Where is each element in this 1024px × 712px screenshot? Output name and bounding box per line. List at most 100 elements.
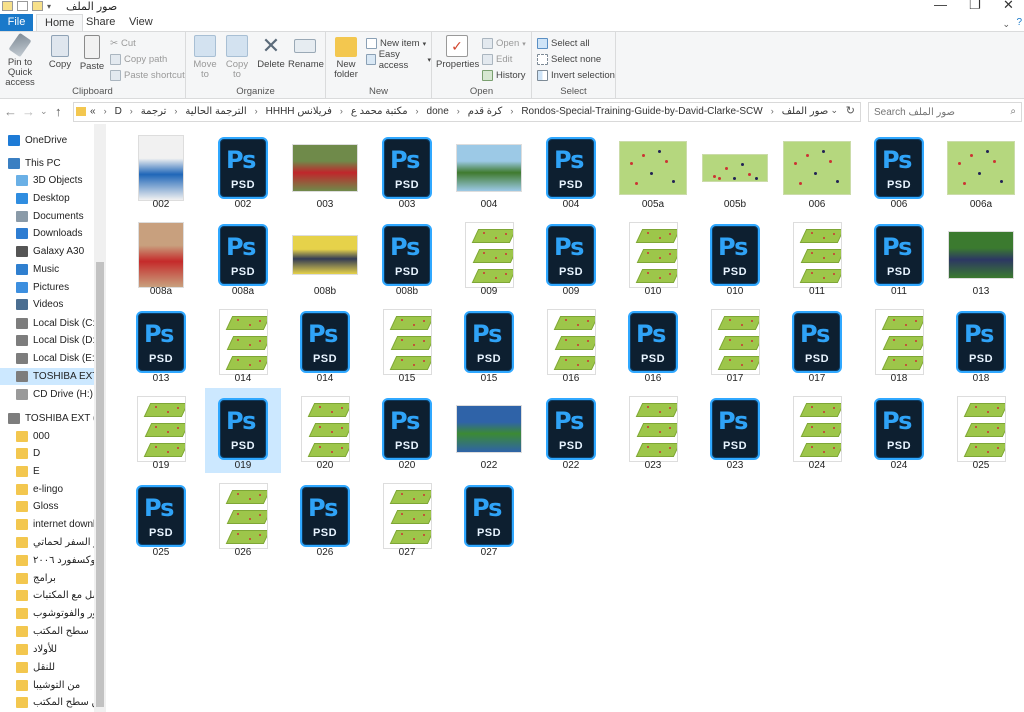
file-item[interactable]: Ps PSD 026 — [287, 475, 363, 560]
nav-item[interactable]: This PC — [0, 155, 96, 172]
file-item[interactable]: 025 — [943, 388, 1019, 473]
copy-button[interactable]: Copy — [46, 35, 74, 70]
file-item[interactable]: 005b — [697, 127, 773, 212]
breadcrumb-item[interactable]: Rondos-Special-Training-Guide-by-David-C… — [521, 106, 762, 117]
properties-quick-icon[interactable] — [17, 1, 28, 11]
file-item[interactable]: Ps PSD 025 — [123, 475, 199, 560]
easy-access-button[interactable]: Easy access ▾ — [366, 49, 431, 71]
help-icon[interactable]: ? — [1016, 17, 1022, 28]
select-all-button[interactable]: Select all — [537, 37, 590, 50]
nav-item[interactable]: جواز السفر لحماتي — [0, 534, 96, 551]
nav-scrollbar-thumb[interactable] — [96, 262, 104, 707]
file-item[interactable]: 005a — [615, 127, 691, 212]
nav-item[interactable]: E — [0, 463, 96, 480]
file-item[interactable]: 014 — [205, 301, 281, 386]
properties-button[interactable]: ✓ Properties — [436, 35, 479, 70]
tab-view[interactable]: View — [121, 14, 161, 31]
nav-item[interactable]: Galaxy A30 — [0, 243, 96, 260]
chevron-right-icon[interactable]: › — [174, 106, 177, 117]
nav-item[interactable]: للأولاد — [0, 641, 96, 658]
file-item[interactable]: 020 — [287, 388, 363, 473]
chevron-right-icon[interactable]: › — [340, 106, 343, 117]
paste-button[interactable]: Paste — [78, 35, 106, 72]
nav-item[interactable]: D — [0, 445, 96, 462]
file-item[interactable]: 022 — [451, 388, 527, 473]
edit-button[interactable]: Edit — [482, 53, 512, 66]
file-item[interactable]: Ps PSD 015 — [451, 301, 527, 386]
rename-button[interactable]: Rename — [288, 35, 324, 70]
chevron-down-icon[interactable]: ▾ — [47, 2, 51, 11]
file-item[interactable]: 018 — [861, 301, 937, 386]
nav-item[interactable]: TOSHIBA EXT (G:) — [0, 368, 96, 385]
file-item[interactable]: Ps PSD 027 — [451, 475, 527, 560]
nav-item[interactable]: Local Disk (C:) — [0, 315, 96, 332]
nav-item[interactable]: من سطح المكتب — [0, 694, 96, 711]
nav-item[interactable]: اوكسفورد ٢٠٠٦ — [0, 552, 96, 569]
nav-item[interactable]: TOSHIBA EXT (G:) — [0, 410, 96, 427]
history-button[interactable]: History — [482, 69, 526, 82]
collapse-ribbon-chevron-icon[interactable]: ⌄ — [1002, 19, 1010, 30]
select-none-button[interactable]: Select none — [537, 53, 601, 66]
new-folder-button[interactable]: New folder — [330, 35, 362, 80]
up-arrow-icon[interactable]: ↑ — [55, 104, 62, 119]
nav-item[interactable]: Desktop — [0, 190, 96, 207]
recent-chevron-icon[interactable]: ⌄ — [40, 106, 48, 117]
refresh-icon[interactable]: ↻ — [846, 104, 855, 117]
nav-item[interactable]: e-lingo — [0, 481, 96, 498]
file-item[interactable]: Ps PSD 013 — [123, 301, 199, 386]
file-item[interactable]: Ps PSD 010 — [697, 214, 773, 299]
file-item[interactable]: Ps PSD 019 — [205, 388, 281, 473]
breadcrumb-item[interactable]: D — [115, 106, 122, 117]
breadcrumb-item[interactable]: ترجمة — [141, 106, 167, 117]
breadcrumb-item[interactable]: « — [90, 106, 96, 117]
address-bar[interactable]: « › D › ترجمة › الترجمة الحالية › HHHH فريلانس › م… — [73, 102, 861, 122]
open-button[interactable]: Open ▾ — [482, 37, 526, 50]
file-item[interactable]: 002 — [123, 127, 199, 212]
file-item[interactable]: Ps PSD 009 — [533, 214, 609, 299]
file-item[interactable]: Ps PSD 008a — [205, 214, 281, 299]
file-item[interactable]: 006 — [779, 127, 855, 212]
file-item[interactable]: Ps PSD 023 — [697, 388, 773, 473]
nav-item[interactable]: 3D Objects — [0, 172, 96, 189]
file-item[interactable]: 015 — [369, 301, 445, 386]
file-item[interactable]: 024 — [779, 388, 855, 473]
file-item[interactable]: 023 — [615, 388, 691, 473]
chevron-right-icon[interactable]: › — [771, 106, 774, 117]
nav-item[interactable]: Local Disk (E:) — [0, 350, 96, 367]
nav-item[interactable]: CD Drive (H:) — [0, 386, 96, 403]
nav-item[interactable]: للنقل — [0, 659, 96, 676]
breadcrumb-item[interactable]: صور الملف — [782, 106, 829, 117]
nav-item[interactable]: Music — [0, 261, 96, 278]
file-item[interactable]: Ps PSD 011 — [861, 214, 937, 299]
file-item[interactable]: Ps PSD 022 — [533, 388, 609, 473]
new-folder-quick-icon[interactable] — [32, 1, 43, 11]
forward-arrow-icon[interactable]: → — [22, 104, 35, 119]
file-item[interactable]: 016 — [533, 301, 609, 386]
nav-item[interactable]: Documents — [0, 208, 96, 225]
chevron-right-icon[interactable]: › — [255, 106, 258, 117]
file-item[interactable]: 026 — [205, 475, 281, 560]
nav-item[interactable]: internet downlo — [0, 516, 96, 533]
nav-item[interactable]: Videos — [0, 296, 96, 313]
file-item[interactable]: Ps PSD 014 — [287, 301, 363, 386]
file-item[interactable]: Ps PSD 002 — [205, 127, 281, 212]
file-item[interactable]: 008b — [287, 214, 363, 299]
file-item[interactable]: Ps PSD 018 — [943, 301, 1019, 386]
file-item[interactable]: Ps PSD 004 — [533, 127, 609, 212]
nav-item[interactable]: Local Disk (D:) — [0, 332, 96, 349]
nav-item[interactable]: تعامل مع المكتبات — [0, 587, 96, 604]
nav-item[interactable]: OneDrive — [0, 132, 96, 149]
nav-item[interactable]: Downloads — [0, 225, 96, 242]
maximize-button[interactable]: ❐ — [969, 0, 981, 13]
chevron-right-icon[interactable]: › — [457, 106, 460, 117]
tab-share[interactable]: Share — [78, 14, 123, 31]
nav-item[interactable]: من التوشيبا — [0, 677, 96, 694]
file-item[interactable]: 003 — [287, 127, 363, 212]
file-item[interactable]: 006a — [943, 127, 1019, 212]
nav-item[interactable]: سطح المكتب — [0, 623, 96, 640]
back-arrow-icon[interactable]: ← — [4, 104, 17, 119]
breadcrumb-item[interactable]: مكتبة محمد ع — [351, 106, 408, 117]
pin-quick-access-button[interactable]: Pin to Quick access — [0, 32, 40, 88]
nav-item[interactable]: Gloss — [0, 498, 96, 515]
close-button[interactable]: ✕ — [1003, 0, 1014, 13]
